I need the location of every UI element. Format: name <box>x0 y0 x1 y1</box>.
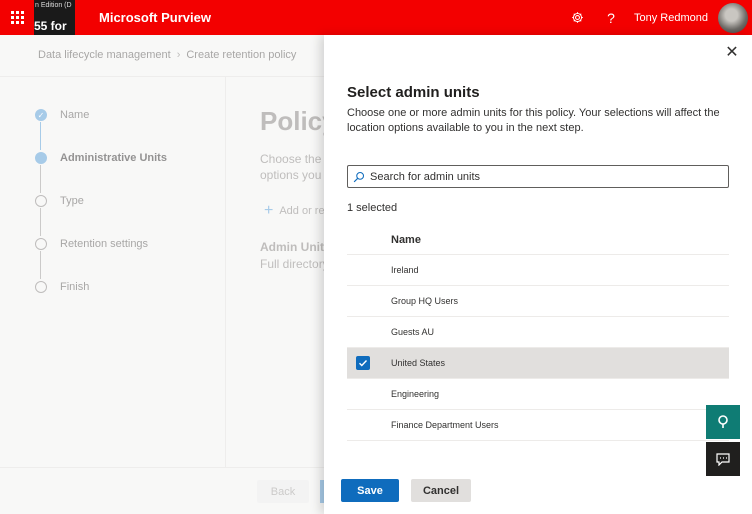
user-name[interactable]: Tony Redmond <box>634 12 708 24</box>
thumbnail-text-2: 55 for <box>34 19 67 33</box>
cancel-button[interactable]: Cancel <box>411 479 471 502</box>
row-checkbox-checked[interactable] <box>356 356 370 370</box>
select-admin-units-panel: ✕ Select admin units Choose one or more … <box>324 35 752 514</box>
table-row[interactable]: Ireland <box>347 255 729 286</box>
row-checkbox[interactable] <box>356 387 370 401</box>
feedback-button[interactable] <box>706 442 740 476</box>
save-button[interactable]: Save <box>341 479 399 502</box>
lightbulb-chat-icon <box>718 415 728 428</box>
avatar[interactable] <box>718 2 748 33</box>
app-name[interactable]: Microsoft Purview <box>99 10 211 25</box>
row-checkbox[interactable] <box>356 325 370 339</box>
selected-count: 1 selected <box>347 202 398 214</box>
search-icon <box>348 171 370 183</box>
row-name: Finance Department Users <box>391 420 499 430</box>
table-row-selected[interactable]: United States <box>347 348 729 379</box>
search-input[interactable] <box>370 170 710 183</box>
close-button[interactable]: ✕ <box>724 45 740 61</box>
help-assistant-button[interactable] <box>706 405 740 439</box>
close-icon: ✕ <box>725 44 739 61</box>
row-checkbox[interactable] <box>356 294 370 308</box>
row-checkbox[interactable] <box>356 263 370 277</box>
row-name: Group HQ Users <box>391 296 459 306</box>
table-row[interactable]: Engineering <box>347 379 729 410</box>
table-header: Name <box>347 225 729 255</box>
row-checkbox[interactable] <box>356 418 370 432</box>
thumbnail-image: n Edition (D 55 for <box>34 0 75 35</box>
row-name: Engineering <box>391 389 440 399</box>
column-header-name[interactable]: Name <box>391 234 421 246</box>
settings-button[interactable] <box>560 0 594 35</box>
table-row[interactable]: Guests AU <box>347 317 729 348</box>
admin-units-table: Name Ireland Group HQ Users Guests AU Un… <box>347 225 729 441</box>
chat-bubble-icon <box>716 452 730 466</box>
panel-description: Choose one or more admin units for this … <box>347 107 720 134</box>
row-name: United States <box>391 358 446 368</box>
waffle-icon <box>10 11 24 24</box>
help-question-icon: ? <box>607 9 615 26</box>
checkmark-icon <box>359 360 368 367</box>
row-name: Ireland <box>391 265 419 275</box>
table-row[interactable]: Group HQ Users <box>347 286 729 317</box>
thumbnail-text-1: n Edition (D <box>35 2 72 9</box>
help-button[interactable]: ? <box>594 0 628 35</box>
row-name: Guests AU <box>391 327 435 337</box>
settings-gear-icon <box>571 12 583 23</box>
app-launcher-button[interactable] <box>0 0 34 35</box>
table-row[interactable]: Finance Department Users <box>347 410 729 441</box>
search-box[interactable] <box>347 165 729 188</box>
top-bar: n Edition (D 55 for Microsoft Purview ? … <box>0 0 752 35</box>
panel-title: Select admin units <box>347 84 480 101</box>
